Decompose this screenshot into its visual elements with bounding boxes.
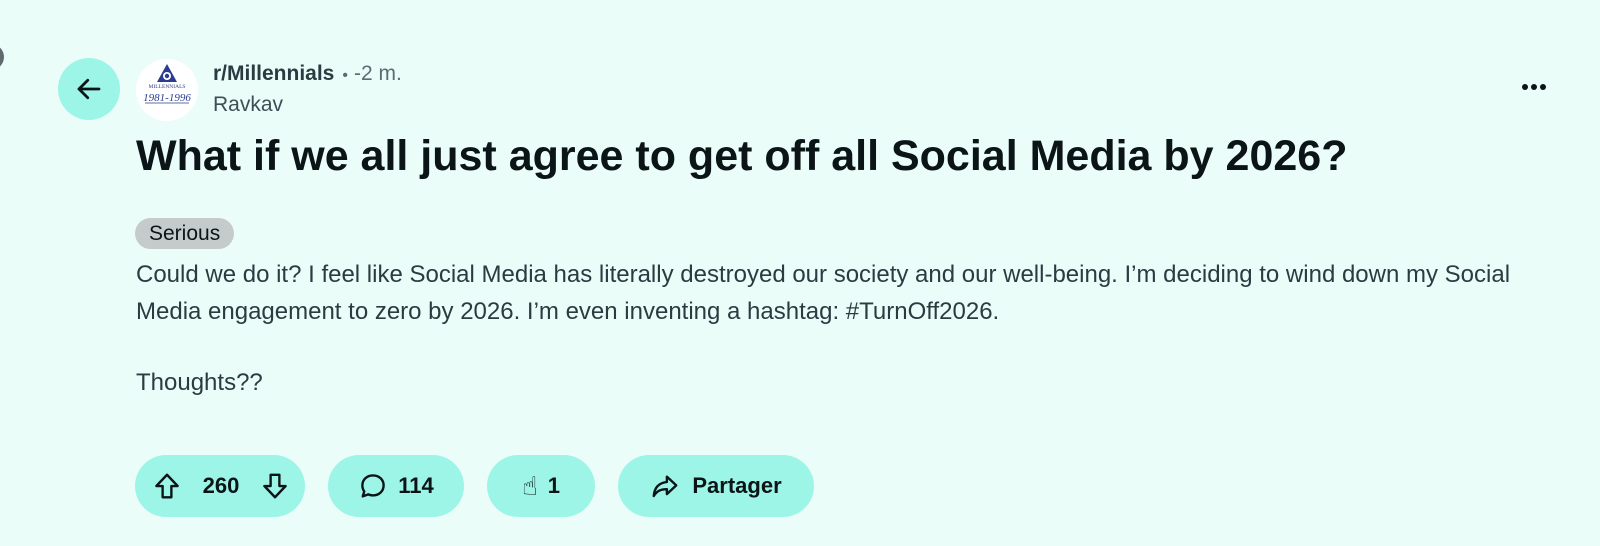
share-arrow-icon — [652, 475, 678, 498]
arrow-left-icon — [77, 78, 101, 100]
award-button[interactable]: ☝ 1 — [487, 455, 595, 517]
downvote-button[interactable] — [257, 468, 293, 504]
upvote-button[interactable] — [149, 468, 185, 504]
pointing-hand-icon: ☝ — [521, 471, 538, 501]
share-button[interactable]: Partager — [618, 455, 814, 517]
meta-separator: • — [342, 67, 348, 84]
post-time: -2 m. — [353, 62, 402, 85]
post-title[interactable]: What if we all just agree to get off all… — [136, 128, 1347, 184]
subreddit-link[interactable]: r/Millennials — [213, 62, 334, 85]
logo-text-bottom: 1981-1996 — [143, 92, 191, 104]
award-count: 1 — [547, 473, 561, 498]
arrow-up-icon — [155, 473, 179, 499]
vote-count: 260 — [202, 473, 240, 498]
post-author[interactable]: Ravkav — [213, 92, 283, 118]
more-horizontal-icon — [1522, 84, 1546, 90]
partial-edge-circle — [0, 44, 4, 70]
more-options-button[interactable] — [1512, 72, 1556, 102]
post-flair[interactable]: Serious — [135, 218, 235, 249]
subreddit-avatar[interactable]: MILLENNIALS 1981-1996 — [136, 59, 198, 121]
comments-button[interactable]: 114 — [328, 455, 464, 517]
back-button[interactable] — [58, 58, 120, 120]
share-label: Partager — [692, 473, 782, 498]
speech-bubble-icon — [361, 474, 386, 498]
post-body-closing: Thoughts?? — [136, 369, 263, 396]
vote-bar: 260 — [135, 455, 305, 517]
logo-text-top: MILLENNIALS — [149, 84, 186, 90]
post-meta: r/Millennials • -2 m. — [213, 61, 402, 89]
comment-count: 114 — [398, 473, 434, 498]
post-body: Could we do it? I feel like Social Media… — [136, 261, 1511, 325]
millennials-logo: MILLENNIALS 1981-1996 — [136, 59, 198, 121]
arrow-down-icon — [263, 473, 287, 499]
